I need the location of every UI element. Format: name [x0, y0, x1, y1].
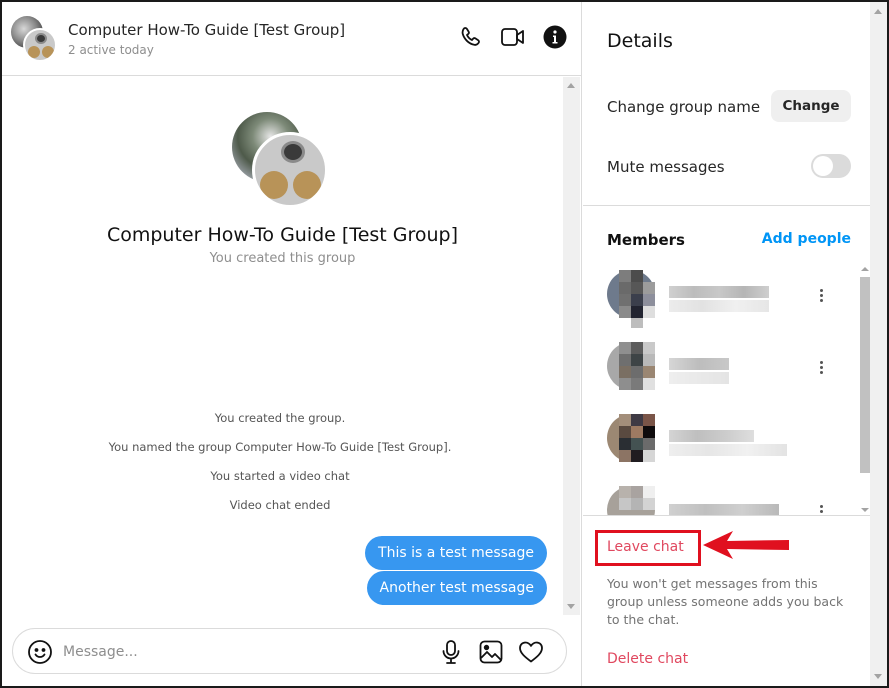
- add-people-link[interactable]: Add people: [762, 231, 851, 247]
- member-name-blurred: [669, 358, 729, 370]
- video-camera-icon[interactable]: [500, 24, 526, 50]
- info-icon[interactable]: [542, 24, 568, 50]
- chat-status: 2 active today: [68, 43, 154, 57]
- details-panel: Details Change group name Change Mute me…: [583, 2, 871, 686]
- member-avatar: [607, 342, 655, 400]
- mute-messages-toggle[interactable]: [811, 154, 851, 178]
- member-username-blurred: [669, 372, 729, 384]
- divider: [583, 515, 870, 516]
- member-item[interactable]: [583, 258, 853, 328]
- more-options-icon[interactable]: [815, 360, 827, 380]
- emoji-icon[interactable]: [27, 639, 53, 665]
- scroll-up-arrow-icon[interactable]: [567, 83, 575, 88]
- message-bubble[interactable]: Another test message: [366, 571, 547, 605]
- system-message: You named the group Computer How-To Guid…: [108, 440, 452, 454]
- members-heading: Members: [607, 231, 685, 249]
- scroll-up-arrow-icon[interactable]: [874, 9, 882, 14]
- message-composer: [12, 628, 567, 674]
- mute-messages-label: Mute messages: [607, 158, 725, 176]
- divider: [583, 205, 870, 206]
- more-options-icon[interactable]: [815, 288, 827, 308]
- member-item[interactable]: [583, 330, 853, 400]
- group-title: Computer How-To Guide [Test Group]: [106, 224, 459, 246]
- member-item[interactable]: [583, 474, 853, 516]
- annotation-arrow-icon: [703, 531, 789, 559]
- system-message: You started a video chat: [210, 469, 350, 483]
- member-username-blurred: [669, 300, 769, 312]
- member-list: [583, 258, 870, 516]
- leave-chat-button[interactable]: Leave chat: [607, 539, 684, 555]
- delete-chat-button[interactable]: Delete chat: [607, 651, 688, 667]
- group-photo-front: [252, 132, 328, 208]
- toggle-knob: [813, 156, 833, 176]
- message-bubble[interactable]: This is a test message: [365, 536, 547, 570]
- system-message: You created the group.: [214, 411, 346, 425]
- microphone-icon[interactable]: [438, 639, 464, 665]
- change-group-name-button[interactable]: Change: [771, 90, 851, 122]
- member-item[interactable]: [583, 402, 853, 472]
- member-list-scrollbar[interactable]: [859, 264, 871, 514]
- phone-icon[interactable]: [458, 24, 484, 50]
- chat-title[interactable]: Computer How-To Guide [Test Group]: [68, 21, 345, 39]
- member-avatar: [607, 414, 655, 472]
- member-name-blurred: [669, 430, 754, 442]
- scroll-down-arrow-icon[interactable]: [567, 604, 575, 609]
- group-subtitle: You created this group: [209, 251, 356, 266]
- message-thread: Computer How-To Guide [Test Group] You c…: [2, 77, 563, 615]
- scroll-up-arrow-icon[interactable]: [861, 267, 869, 271]
- system-message: Video chat ended: [229, 498, 331, 512]
- member-name-blurred: [669, 286, 769, 298]
- member-avatar: [607, 486, 655, 516]
- member-avatar: [607, 270, 655, 328]
- details-scrollbar[interactable]: [870, 2, 887, 686]
- leave-chat-description: You won't get messages from this group u…: [607, 576, 844, 627]
- image-icon[interactable]: [478, 639, 504, 665]
- heart-icon[interactable]: [518, 639, 544, 665]
- group-avatar[interactable]: [11, 16, 57, 62]
- scroll-down-arrow-icon[interactable]: [874, 674, 882, 679]
- group-photo[interactable]: [232, 112, 328, 208]
- scroll-down-arrow-icon[interactable]: [861, 508, 869, 512]
- avatar-photo-front: [23, 28, 57, 62]
- member-username-blurred: [669, 444, 787, 456]
- chat-scrollbar[interactable]: [563, 77, 580, 615]
- details-title: Details: [607, 30, 673, 52]
- message-input[interactable]: [63, 639, 423, 665]
- chat-header: Computer How-To Guide [Test Group] 2 act…: [2, 2, 582, 76]
- change-group-name-label: Change group name: [607, 98, 761, 116]
- chat-panel: Computer How-To Guide [Test Group] 2 act…: [2, 2, 582, 686]
